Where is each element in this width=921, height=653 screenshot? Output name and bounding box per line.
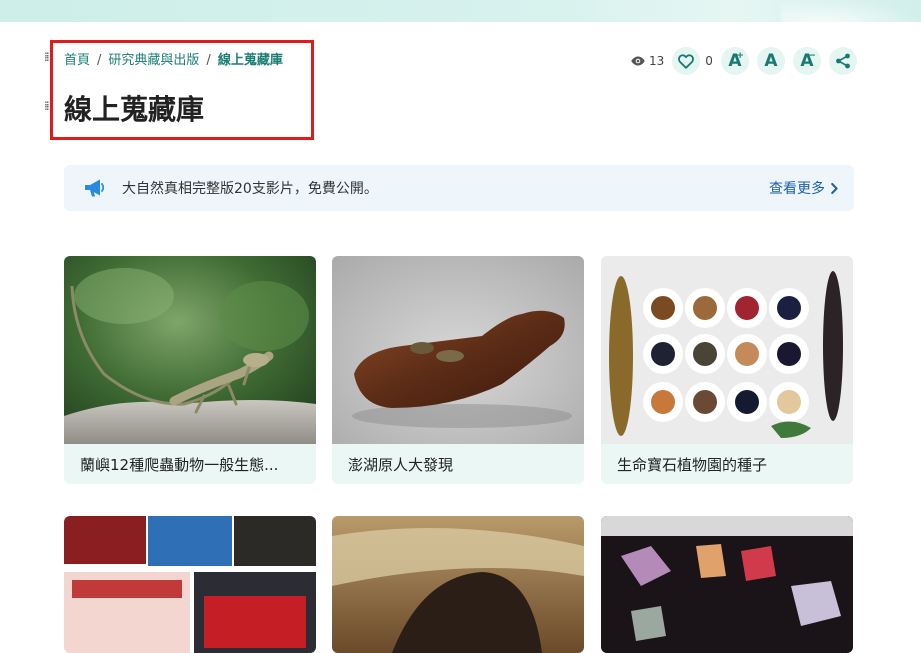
breadcrumb-research[interactable]: 研究典藏與出版 [108, 53, 199, 68]
announcement-text[interactable]: 大自然真相完整版20支影片，免費公開。 [122, 178, 769, 198]
collection-card[interactable] [332, 516, 584, 653]
font-decrease-sup: − [808, 51, 816, 61]
share-button[interactable] [828, 47, 857, 75]
page-title: 線上蒐藏庫 [64, 93, 205, 126]
collection-card[interactable]: 生命寶石植物園的種子 [601, 256, 853, 484]
font-normal-button[interactable]: A [756, 47, 785, 75]
card-title: 生命寶石植物園的種子 [617, 455, 768, 474]
collection-card[interactable] [64, 516, 316, 653]
breadcrumb-current: 線上蒐藏庫 [217, 53, 283, 68]
see-more-link[interactable]: 查看更多 [769, 178, 838, 198]
font-normal-label: A [764, 51, 778, 71]
collection-card[interactable]: 澎湖原人大發現 [332, 256, 584, 484]
collection-card[interactable]: 蘭嶼12種爬蟲動物一般生態... [64, 256, 316, 484]
like-count: 0 [705, 54, 713, 68]
eye-icon [631, 56, 645, 66]
chevron-right-icon [831, 182, 838, 194]
card-image-seeds [601, 256, 853, 444]
collection-card[interactable] [601, 516, 853, 653]
heart-icon [678, 53, 695, 69]
drag-handle-icon[interactable]: ⁞⁞ [44, 100, 49, 112]
font-increase-sup: + [736, 51, 744, 61]
card-image-minerals [601, 516, 853, 653]
see-more-label: 查看更多 [769, 181, 825, 197]
breadcrumb: 首頁 / 研究典藏與出版 / 線上蒐藏庫 [64, 49, 283, 68]
breadcrumb-separator: / [206, 53, 211, 68]
header-band [0, 0, 921, 22]
page-tools: 13 0 A + A A − [631, 47, 857, 75]
card-image-lizard [64, 256, 316, 444]
breadcrumb-separator: / [97, 53, 102, 68]
like-button[interactable] [672, 47, 701, 75]
font-decrease-button[interactable]: A − [792, 47, 821, 75]
view-count: 13 [649, 54, 665, 68]
card-title: 澎湖原人大發現 [348, 455, 454, 474]
card-image-shell [332, 516, 584, 653]
font-increase-button[interactable]: A + [720, 47, 749, 75]
announcement-bar: 大自然真相完整版20支影片，免費公開。 查看更多 [64, 165, 854, 211]
megaphone-icon [84, 177, 106, 199]
drag-handle-icon[interactable]: ⁞⁞ [44, 51, 49, 63]
view-counter: 13 [631, 54, 664, 68]
breadcrumb-home[interactable]: 首頁 [64, 53, 90, 68]
card-image-textiles [64, 516, 316, 653]
card-image-fossil [332, 256, 584, 444]
share-icon [836, 53, 850, 69]
card-title: 蘭嶼12種爬蟲動物一般生態... [80, 455, 279, 474]
